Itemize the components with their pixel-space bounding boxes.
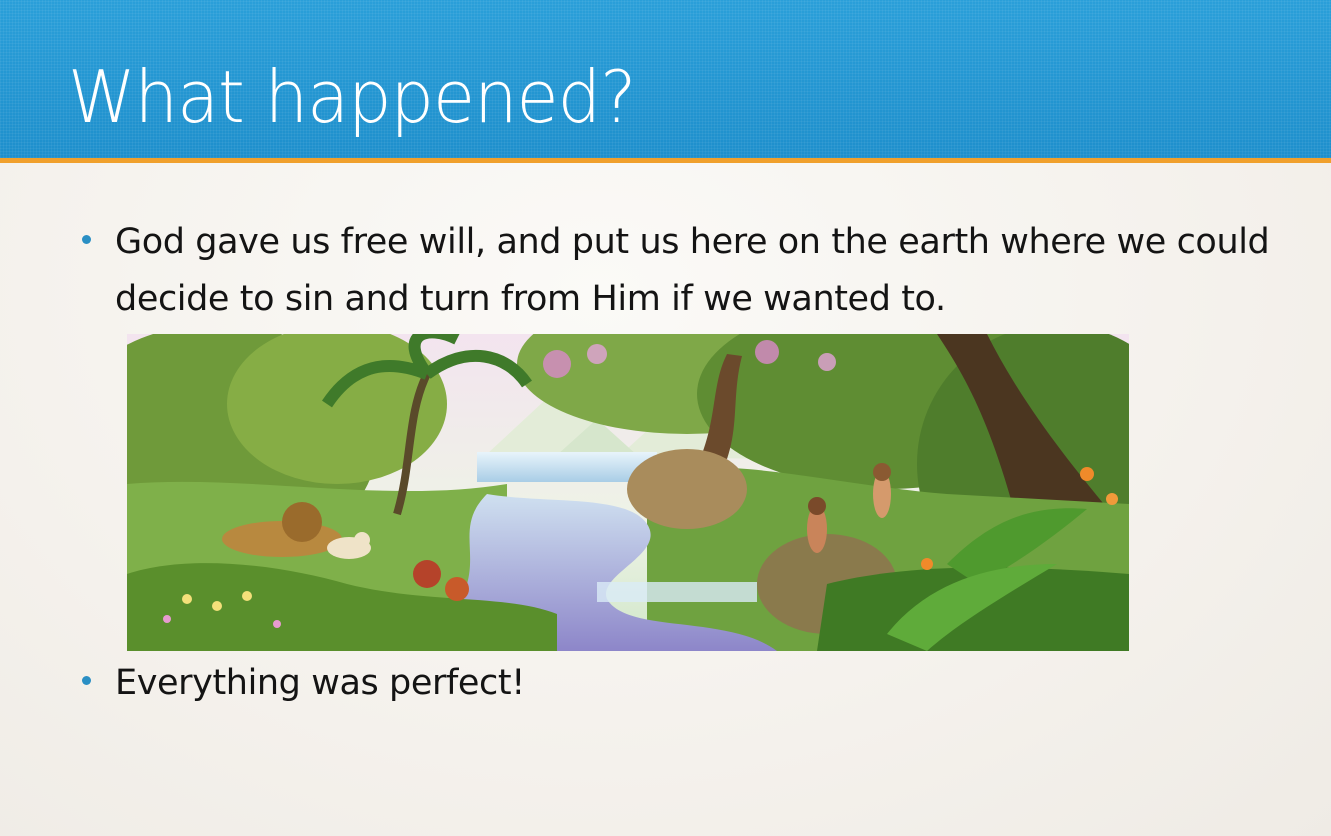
slide-title: What happened? xyxy=(68,55,636,139)
bullet-marker xyxy=(82,676,91,685)
accent-divider xyxy=(0,158,1331,163)
slide: What happened? God gave us free will, an… xyxy=(0,0,1331,836)
title-bar: What happened? xyxy=(0,0,1331,158)
garden-of-eden-illustration xyxy=(127,334,1129,651)
bullet-text-1: God gave us free will, and put us here o… xyxy=(115,222,1270,319)
bullet-marker xyxy=(82,235,91,244)
bullet-text-2: Everything was perfect! xyxy=(115,663,525,703)
